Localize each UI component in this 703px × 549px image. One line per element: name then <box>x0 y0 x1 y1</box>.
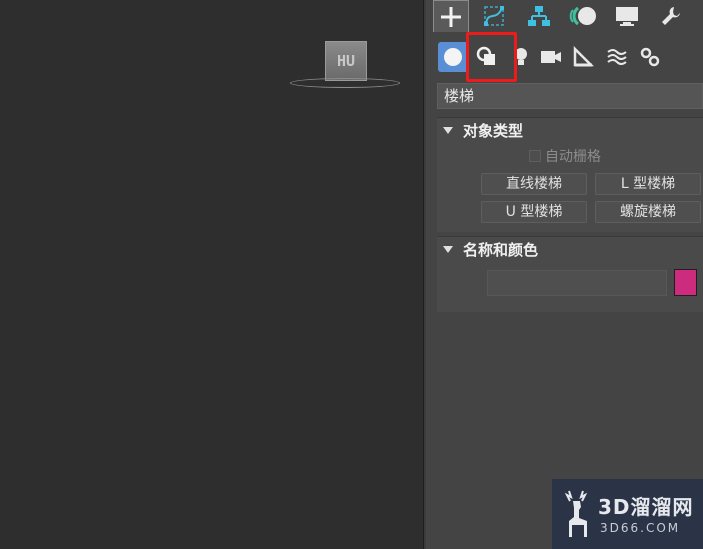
waves-icon <box>607 49 627 65</box>
subtab-systems[interactable] <box>635 42 665 72</box>
watermark-name: 3D溜溜网 <box>598 495 694 519</box>
command-panel-tabs <box>427 0 703 34</box>
modify-curve-icon <box>484 6 504 26</box>
create-subtabs <box>427 36 703 76</box>
subtab-space-warps[interactable] <box>602 42 632 72</box>
object-type-title: 对象类型 <box>463 122 524 140</box>
u-type-stair-button[interactable]: U 型楼梯 <box>481 201 587 223</box>
object-color-swatch[interactable] <box>674 269 697 296</box>
view-cube-compass-ring[interactable] <box>290 78 400 88</box>
tab-utilities[interactable] <box>653 0 689 32</box>
ruler-icon <box>573 46 594 67</box>
subtab-geometry[interactable] <box>438 42 468 72</box>
collapse-triangle-icon <box>443 246 453 253</box>
name-color-rollout: 名称和颜色 <box>437 236 703 312</box>
shapes-icon <box>476 46 495 65</box>
deer-logo-icon <box>564 490 588 537</box>
collapse-triangle-icon <box>443 127 453 134</box>
view-cube-face[interactable]: HU <box>325 41 367 81</box>
autogrid-label: 自动栅格 <box>545 149 601 165</box>
watermark-url: 3D66.COM <box>600 521 681 535</box>
view-cube[interactable]: HU <box>290 38 400 94</box>
tab-display[interactable] <box>609 0 645 32</box>
wrench-icon <box>662 7 680 25</box>
subtab-helpers[interactable] <box>568 42 598 72</box>
hierarchy-icon <box>528 6 550 26</box>
watermark: 3D溜溜网 3D66.COM <box>552 479 703 549</box>
tab-hierarchy[interactable] <box>521 0 557 32</box>
viewport[interactable]: HU <box>0 0 423 549</box>
subtab-lights[interactable] <box>506 42 536 72</box>
autogrid-checkbox[interactable]: 自动栅格 <box>529 147 601 165</box>
object-type-rollout: 对象类型 自动栅格 直线楼梯 L 型楼梯 U 型楼梯 螺旋楼梯 <box>437 117 703 232</box>
subtab-shapes[interactable] <box>472 42 502 72</box>
subtab-cameras[interactable] <box>536 42 566 72</box>
sphere-icon <box>444 48 462 66</box>
object-type-rollout-header[interactable]: 对象类型 <box>437 118 703 144</box>
object-name-input[interactable] <box>487 270 667 296</box>
autogrid-check-icon <box>529 150 541 162</box>
camera-icon <box>541 51 561 63</box>
tab-modify[interactable] <box>476 0 512 32</box>
category-dropdown[interactable]: 楼梯 <box>437 83 703 109</box>
l-type-stair-button[interactable]: L 型楼梯 <box>595 173 701 195</box>
view-cube-label: HU <box>336 52 356 70</box>
motion-icon <box>569 6 596 26</box>
monitor-icon <box>616 7 638 26</box>
straight-stair-button[interactable]: 直线楼梯 <box>481 173 587 195</box>
command-panel: 楼梯 对象类型 自动栅格 直线楼梯 L 型楼梯 U 型楼梯 螺旋楼梯 名称和颜色 <box>427 0 703 549</box>
name-color-title: 名称和颜色 <box>463 241 539 259</box>
tab-motion[interactable] <box>565 0 601 32</box>
plus-icon <box>441 6 461 27</box>
tab-create[interactable] <box>433 0 469 32</box>
spiral-stair-button[interactable]: 螺旋楼梯 <box>595 201 701 223</box>
gears-icon <box>640 47 660 67</box>
name-color-rollout-header[interactable]: 名称和颜色 <box>437 237 703 263</box>
bulb-icon <box>515 48 527 65</box>
